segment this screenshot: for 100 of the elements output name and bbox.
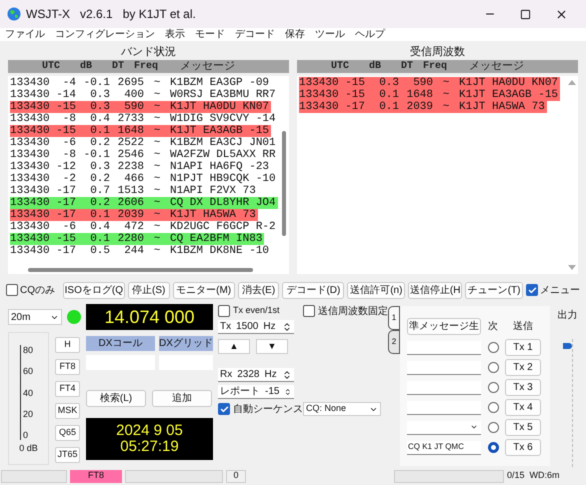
mode-indicator: FT8 <box>70 470 122 482</box>
spinner-icon[interactable] <box>282 370 292 380</box>
message-field[interactable] <box>407 380 481 394</box>
spinner-icon[interactable] <box>282 322 292 332</box>
cq-select[interactable]: CQ: None <box>303 402 381 416</box>
radio-button[interactable] <box>488 362 498 373</box>
message-row[interactable]: 133430 -12 0.3 2238 ~ N1API HA6FQ -23 <box>10 161 272 173</box>
message-row[interactable]: 133430 -17 0.2 2606 ~ CQ DX DL8YHR JO4 <box>10 197 278 209</box>
table-cell: K1JT HA0DU KN07 <box>170 101 270 113</box>
close-icon[interactable] <box>555 8 568 20</box>
spin-box[interactable]: レポート -15 <box>218 385 294 399</box>
menu-item[interactable]: 表示 <box>165 27 185 42</box>
menu-item[interactable]: モード <box>195 27 225 42</box>
mode-button[interactable]: JT65 <box>55 447 80 463</box>
menu-item[interactable]: ツール <box>315 27 345 42</box>
power-label: 出力 <box>558 308 578 323</box>
button[interactable]: Tx 4 <box>505 399 541 416</box>
table-cell-text: 0.4 <box>89 221 110 233</box>
maximize-icon[interactable] <box>520 8 531 20</box>
table-cell-text: -12 <box>55 161 76 173</box>
message-field[interactable] <box>407 340 481 354</box>
menu-item[interactable]: 保存 <box>285 27 305 42</box>
table-cell-text: -2 <box>62 173 76 185</box>
down-button[interactable]: ▼ <box>256 339 288 354</box>
button[interactable]: 追加 <box>152 390 212 407</box>
power-slider[interactable] <box>562 339 572 467</box>
mode-button[interactable]: FT8 <box>55 359 80 375</box>
checkbox[interactable] <box>218 304 230 316</box>
message-row[interactable]: 133430 -17 0.1 2039 ~ K1JT HA5WA 73 <box>299 101 547 113</box>
spin-prefix: レポート <box>220 385 260 399</box>
radio-button[interactable] <box>488 402 498 413</box>
radio-button[interactable] <box>488 342 498 353</box>
table-cell-text: 2238 <box>116 161 144 173</box>
table-cell: KD2UGC F6GCP R-2 <box>170 221 276 233</box>
menu-item[interactable]: ヘルプ <box>355 27 385 42</box>
button[interactable]: Tx 5 <box>505 419 541 436</box>
panel-title: バンド状況 <box>121 45 176 60</box>
table-cell: 133430 <box>10 185 50 197</box>
radio-button[interactable] <box>488 422 498 433</box>
scrollbar-thumb[interactable] <box>282 131 286 236</box>
message-row[interactable]: 133430 -2 0.2 466 ~ N1PJT HB9CQK -10 <box>10 173 278 185</box>
message-field[interactable]: CQ K1 JT QMC <box>407 440 481 454</box>
button[interactable]: 検索(L) <box>86 390 146 407</box>
spin-prefix: Tx <box>220 320 232 334</box>
message-row[interactable]: 133430 -15 0.1 1648 ~ K1JT EA3AGB -15 <box>299 89 560 101</box>
menu-item[interactable]: ファイル <box>5 27 45 42</box>
scrollbar-thumb[interactable] <box>28 268 253 272</box>
spin-box[interactable]: Tx 1500 Hz <box>218 320 294 334</box>
table-cell-text: ~ <box>152 221 162 233</box>
spinner-icon[interactable] <box>284 386 292 396</box>
button[interactable]: Tx 2 <box>505 359 541 376</box>
mode-button[interactable]: H <box>55 337 80 353</box>
button[interactable]: チューン(T) <box>465 282 524 298</box>
table-cell: 133430 <box>10 113 50 125</box>
spin-box[interactable]: Rx 2328 Hz <box>218 368 294 382</box>
table-cell-text: 0.5 <box>89 245 110 257</box>
checkbox[interactable] <box>303 305 315 317</box>
table-cell-text: ~ <box>152 137 162 149</box>
message-field[interactable] <box>407 360 481 374</box>
menu-item[interactable]: コンフィグレーション <box>55 27 155 42</box>
table-cell-text: 0.7 <box>89 185 110 197</box>
message-row[interactable]: 133430 -15 0.1 1648 ~ K1JT EA3AGB -15 <box>10 125 272 137</box>
button[interactable]: デコード(D) <box>282 282 344 298</box>
message-row[interactable]: 133430 -17 0.1 2039 ~ K1JT HA5WA 73 <box>10 209 258 221</box>
mode-button[interactable]: FT4 <box>55 381 80 397</box>
message-row[interactable]: 133430 -15 0.3 590 ~ K1JT HA0DU KN07 <box>10 101 272 113</box>
radio-button[interactable] <box>488 442 498 453</box>
button[interactable]: Tx 3 <box>505 379 541 396</box>
table-cell-text: ~ <box>152 149 162 161</box>
button[interactable]: Tx 6 <box>505 439 541 456</box>
band-select[interactable]: 20m <box>8 309 62 325</box>
checkbox[interactable] <box>526 284 538 296</box>
button[interactable]: 準メッセージ生 <box>407 318 481 335</box>
message-select[interactable] <box>407 420 481 434</box>
button[interactable]: 送信停止(H <box>408 282 462 298</box>
button[interactable]: Tx 1 <box>505 339 541 356</box>
message-row[interactable]: 133430 -15 0.3 590 ~ K1JT HA0DU KN07 <box>299 77 560 89</box>
slider-thumb[interactable] <box>562 342 572 349</box>
checkbox[interactable] <box>218 403 230 415</box>
table-cell: 133430 <box>10 137 50 149</box>
column-header: UTC <box>330 60 349 74</box>
mode-button[interactable]: Q65 <box>55 425 80 441</box>
tab[interactable]: 2 <box>388 330 400 354</box>
button[interactable]: 送信許可(n) <box>347 282 406 298</box>
tab[interactable]: 1 <box>388 306 400 330</box>
checkbox[interactable] <box>6 284 18 296</box>
button[interactable]: 停止(S) <box>128 282 170 298</box>
button[interactable]: モニター(M) <box>172 282 235 298</box>
menu-item[interactable]: デコード <box>235 27 275 42</box>
column-header: 次 <box>487 320 499 334</box>
message-field[interactable] <box>407 400 481 414</box>
message-row[interactable]: 133430 -15 0.1 2280 ~ CQ EA2BFM IN83 <box>10 233 264 245</box>
button[interactable]: ISOをログ(Q <box>62 282 125 298</box>
button[interactable]: 消去(E) <box>238 282 280 298</box>
up-button[interactable]: ▲ <box>218 339 250 354</box>
table-cell-text: 244 <box>123 245 144 257</box>
radio-button[interactable] <box>488 382 498 393</box>
globe-icon <box>7 7 21 21</box>
mode-button[interactable]: MSK <box>55 403 80 419</box>
table-cell: WA2FZW DL5AXX RR <box>170 149 276 161</box>
